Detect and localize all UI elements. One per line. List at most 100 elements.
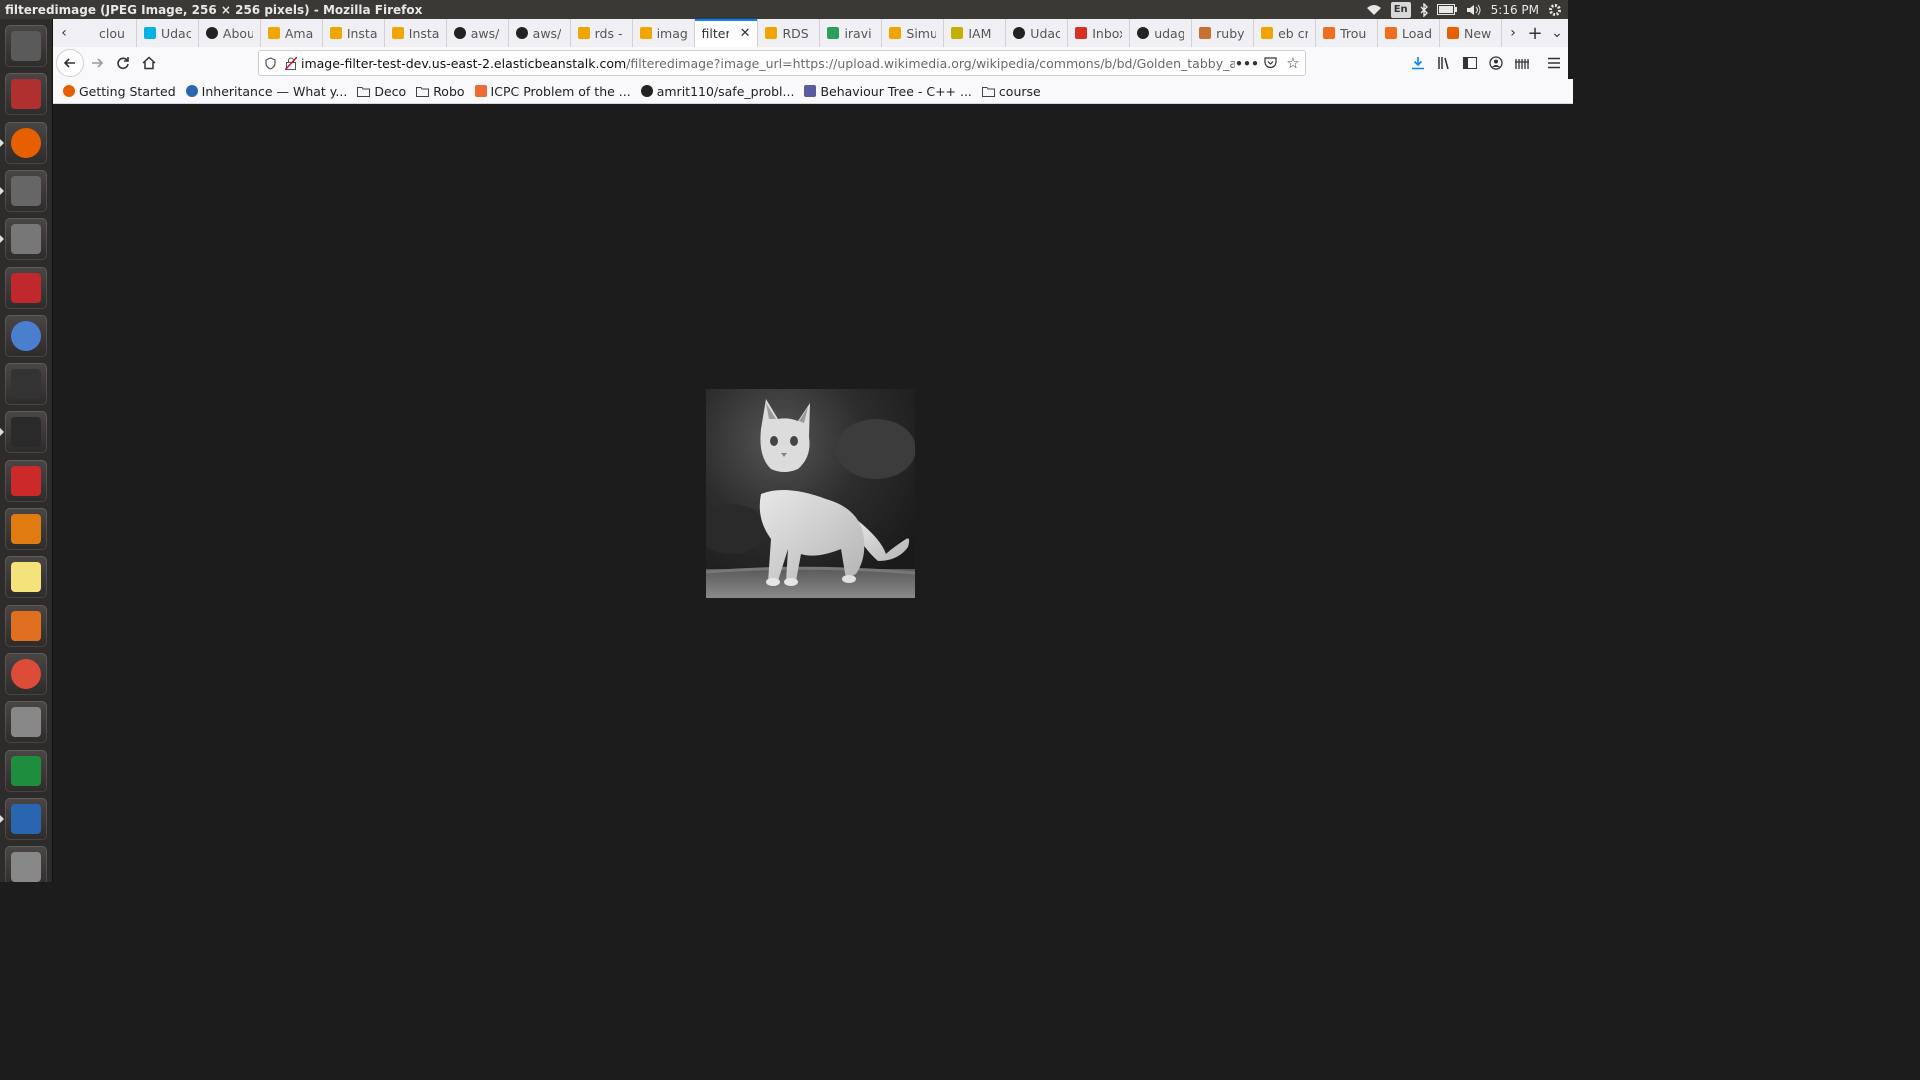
aws-favicon-icon (765, 27, 778, 39)
tab[interactable]: aws/ (509, 19, 571, 47)
tab-label: aws/ (470, 25, 500, 41)
extensions-icon[interactable] (1509, 50, 1535, 76)
tab[interactable]: Trou (1316, 19, 1379, 47)
tab-active[interactable]: filter ✕ (694, 19, 759, 47)
tab[interactable]: Inbox (1068, 19, 1131, 47)
bookmark-item[interactable]: course (977, 84, 1046, 99)
new-tab-button[interactable]: + (1524, 23, 1546, 44)
blogger-icon (474, 85, 487, 97)
aws-favicon-icon (1261, 27, 1274, 39)
bulb-favicon-icon (951, 27, 964, 39)
aws-favicon-icon (391, 27, 404, 39)
bookmark-item[interactable]: Deco (352, 84, 411, 99)
aws-favicon-icon (577, 27, 590, 39)
forward-button[interactable] (84, 50, 110, 76)
system-monitor-icon[interactable] (5, 73, 47, 116)
aws-favicon-icon (329, 27, 342, 39)
downloads-icon[interactable] (1405, 50, 1431, 76)
home-button[interactable] (136, 50, 162, 76)
url-bar[interactable]: image-filter-test-dev.us-east-2.elasticb… (258, 50, 1306, 76)
tab-label: Inbox (1092, 25, 1122, 41)
filtered-kitten-image[interactable] (706, 389, 915, 598)
tab[interactable]: Udac (137, 19, 199, 47)
inkscape-icon[interactable] (5, 363, 47, 406)
sidebar-icon[interactable] (1457, 50, 1483, 76)
account-icon[interactable] (1483, 50, 1509, 76)
file-manager-icon[interactable] (5, 218, 47, 261)
tux-icon[interactable] (5, 797, 47, 840)
tab[interactable]: Abou (199, 19, 261, 47)
tab[interactable]: Ama (261, 19, 323, 47)
blender-icon[interactable] (5, 604, 47, 647)
wifi-icon[interactable] (1366, 2, 1382, 18)
database-icon[interactable] (5, 701, 47, 744)
bookmark-item[interactable]: Inheritance — What y... (181, 84, 353, 99)
tab[interactable]: ruby (1192, 19, 1255, 47)
tab[interactable]: Udac (1006, 19, 1069, 47)
bookmark-item[interactable]: Robo (411, 84, 469, 99)
tab[interactable]: Simu (882, 19, 945, 47)
library-icon[interactable] (1431, 50, 1457, 76)
pocket-icon[interactable] (1259, 57, 1281, 69)
mendeley-icon[interactable] (5, 266, 47, 309)
leaf-favicon-icon (827, 27, 840, 39)
url-text[interactable]: image-filter-test-dev.us-east-2.elasticb… (301, 56, 1235, 71)
chrome-icon[interactable] (5, 652, 47, 695)
keyboard-layout-indicator[interactable]: En (1390, 1, 1411, 18)
tab[interactable]: udag (1130, 19, 1193, 47)
tools-icon[interactable] (5, 169, 47, 212)
hamburger-menu-icon[interactable] (1541, 50, 1567, 76)
tab[interactable]: IAM (944, 19, 1007, 47)
bookmark-item[interactable]: Behaviour Tree - C++ ... (799, 84, 976, 99)
bookmark-star-icon[interactable]: ☆ (1281, 54, 1305, 72)
gear-icon[interactable] (1548, 2, 1562, 18)
close-tab-icon[interactable]: ✕ (740, 26, 751, 41)
tab[interactable]: clou (75, 19, 137, 47)
page-content (53, 104, 1568, 882)
bookmark-item[interactable]: amrit110/safe_probl... (636, 84, 800, 99)
scroll-tabs-right-icon[interactable]: › (1502, 25, 1524, 41)
tab[interactable]: Insta (385, 19, 447, 47)
scrcpy-icon[interactable] (5, 459, 47, 502)
folder-icon (981, 86, 995, 97)
system-settings-icon[interactable] (5, 25, 47, 67)
tab[interactable]: RDS (758, 19, 821, 47)
reload-button[interactable] (110, 50, 136, 76)
terminal-icon[interactable] (5, 411, 47, 454)
clock[interactable]: 5:16 PM (1491, 2, 1539, 18)
spreadsheet-icon[interactable] (5, 749, 47, 792)
sticky-notes-icon[interactable] (5, 556, 47, 599)
github-favicon-icon (1013, 27, 1026, 39)
tab-label: Udac (1030, 25, 1061, 41)
bluetooth-icon[interactable] (1420, 2, 1428, 18)
bookmark-item[interactable]: Getting Started (58, 84, 181, 99)
drive-icon[interactable] (5, 846, 47, 882)
tab-label: eb cr (1278, 25, 1309, 41)
tab[interactable]: New (1440, 19, 1502, 47)
tab[interactable]: eb cr (1254, 19, 1317, 47)
volume-icon[interactable] (1466, 2, 1482, 18)
tab-label: Insta (346, 25, 377, 41)
firefox-icon[interactable] (5, 121, 47, 164)
tab[interactable]: rds - (571, 19, 633, 47)
scroll-tabs-left-icon[interactable]: ‹ (53, 25, 75, 41)
tab-label: RDS (782, 25, 809, 41)
insecure-connection-icon[interactable] (281, 56, 301, 70)
tab[interactable]: imag (633, 19, 695, 47)
firefox-favicon-icon (1446, 27, 1459, 39)
tab[interactable]: Load (1378, 19, 1440, 47)
sublime-text-icon[interactable] (5, 508, 47, 550)
list-all-tabs-icon[interactable]: ⌄ (1546, 25, 1568, 41)
tab[interactable]: iravi (820, 19, 883, 47)
tab[interactable]: Insta (323, 19, 385, 47)
page-actions-icon[interactable]: ••• (1235, 56, 1259, 71)
tab[interactable]: aws/ (447, 19, 509, 47)
loading-favicon-icon (82, 27, 94, 39)
navigation-toolbar: image-filter-test-dev.us-east-2.elasticb… (53, 47, 1568, 79)
bookmark-item[interactable]: ICPC Problem of the ... (470, 84, 636, 99)
tracking-protection-icon[interactable] (259, 56, 281, 70)
chromium-icon[interactable] (5, 314, 47, 357)
back-button[interactable] (56, 49, 84, 77)
battery-icon[interactable] (1436, 2, 1457, 18)
hex-favicon-icon (1385, 27, 1398, 39)
